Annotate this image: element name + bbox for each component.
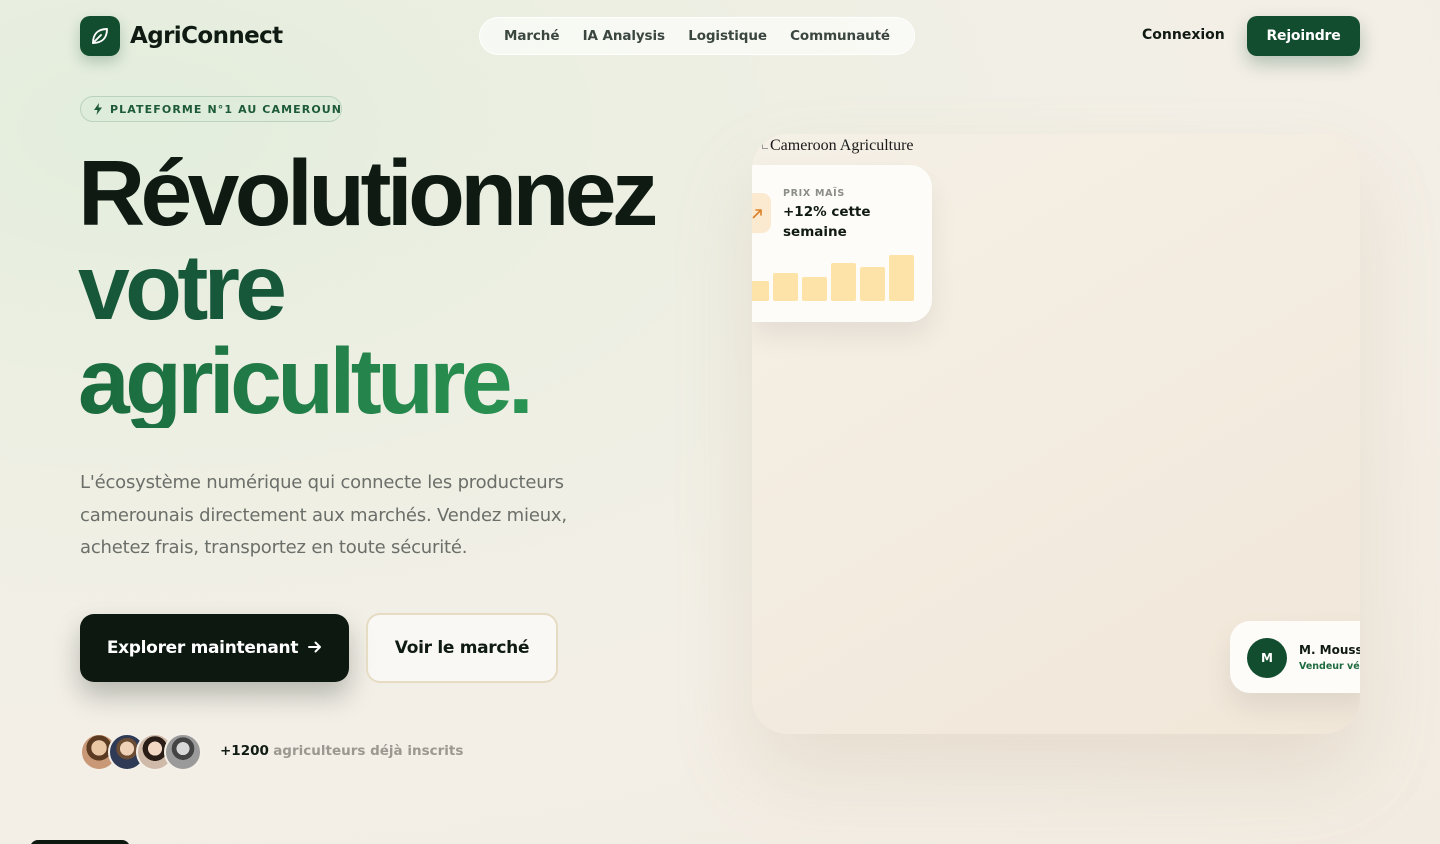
- price-bar: [773, 273, 798, 301]
- hero-image-alt: Cameroon Agriculture: [770, 137, 914, 154]
- price-bar: [802, 277, 827, 301]
- lightning-icon: [93, 100, 103, 119]
- avatar: [164, 733, 202, 771]
- brand-logo[interactable]: AgriConnect: [80, 16, 283, 56]
- floating-widget-edge[interactable]: [30, 840, 130, 844]
- price-bar: [831, 263, 856, 301]
- badge-text: PLATEFORME N°1 AU CAMEROUN: [110, 102, 343, 116]
- price-label: PRIX MAÏS: [783, 188, 845, 199]
- headline-line-3: agriculture.: [78, 334, 654, 428]
- arrow-right-icon: [308, 638, 322, 658]
- nav-link-marche[interactable]: Marché: [504, 28, 559, 44]
- explore-button[interactable]: Explorer maintenant: [80, 614, 349, 682]
- seller-avatar: M: [1247, 638, 1287, 678]
- price-bar: [860, 267, 885, 301]
- price-value: +12% cette semaine: [783, 204, 871, 240]
- hero-headline: Révolutionnez votre agriculture.: [78, 141, 658, 428]
- explore-button-label: Explorer maintenant: [106, 638, 299, 658]
- login-link[interactable]: Connexion: [1142, 27, 1225, 43]
- price-card: PRIX MAÏS +12% cette semaine: [752, 165, 932, 322]
- members-count: +1200: [220, 743, 269, 759]
- members-label: agriculteurs déjà inscrits: [273, 743, 464, 759]
- headline-line-2: votre: [78, 235, 287, 339]
- join-button[interactable]: Rejoindre: [1247, 16, 1360, 56]
- trend-up-icon: [752, 193, 771, 233]
- hero-image-placeholder: Cameroon Agriculture: [762, 137, 914, 155]
- hero-subtitle: L'écosystème numérique qui connecte les …: [80, 472, 567, 558]
- seller-name: M. Moussa: [1299, 643, 1360, 657]
- view-market-button[interactable]: Voir le marché: [366, 613, 558, 683]
- broken-image-icon: [762, 143, 768, 149]
- headline-line-1: Révolutionnez: [78, 141, 658, 245]
- price-bar: [752, 281, 769, 301]
- seller-card: M M. Moussa Vendeur vérifié: [1230, 621, 1360, 693]
- members-count-text: +1200 agriculteurs déjà inscrits: [220, 743, 463, 759]
- hero-badge: PLATEFORME N°1 AU CAMEROUN: [80, 96, 342, 122]
- price-bar: [889, 255, 914, 301]
- brand-name: AgriConnect: [130, 23, 283, 49]
- price-bars: [752, 251, 932, 301]
- hero-visual: Cameroon Agriculture PRIX MAÏS +12% cett…: [752, 134, 1360, 734]
- nav-link-logistique[interactable]: Logistique: [688, 28, 767, 44]
- nav-link-ia-analysis[interactable]: IA Analysis: [583, 28, 665, 44]
- leaf-icon: [80, 16, 120, 56]
- seller-role: Vendeur vérifié: [1299, 661, 1360, 672]
- main-nav: Marché IA Analysis Logistique Communauté: [479, 17, 915, 55]
- member-avatars: [80, 733, 202, 771]
- nav-link-communaute[interactable]: Communauté: [790, 28, 890, 44]
